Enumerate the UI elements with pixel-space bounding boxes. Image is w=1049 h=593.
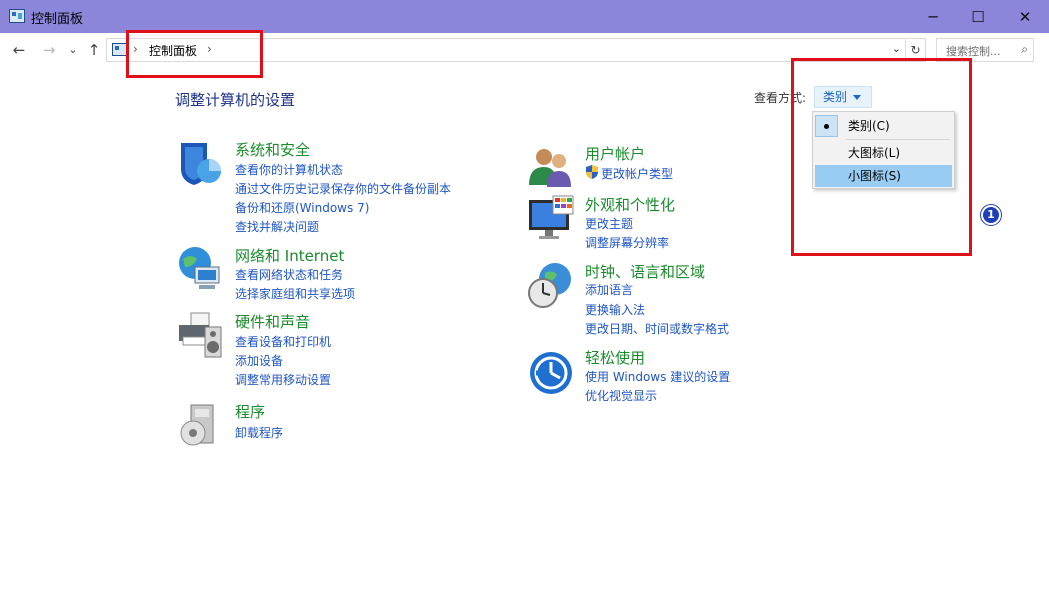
annotation-box-breadcrumb — [126, 30, 263, 78]
link-optimize-visual-display[interactable]: 优化视觉显示 — [585, 387, 657, 404]
category-heading[interactable]: 系统和安全 — [235, 139, 310, 160]
category-heading[interactable]: 硬件和声音 — [235, 311, 310, 332]
category-heading[interactable]: 网络和 Internet — [235, 245, 344, 266]
annotation-box-view-menu — [791, 58, 972, 256]
category-user-accounts: 用户帐户 更改帐户类型 — [527, 143, 787, 188]
link-date-time-format[interactable]: 更改日期、时间或数字格式 — [585, 320, 729, 337]
link-view-computer-status[interactable]: 查看你的计算机状态 — [235, 161, 343, 178]
category-ease-of-access: 轻松使用 使用 Windows 建议的设置 优化视觉显示 — [527, 347, 787, 407]
link-mobility-settings[interactable]: 调整常用移动设置 — [235, 371, 331, 388]
link-change-theme[interactable]: 更改主题 — [585, 215, 633, 232]
annotation-badge: 1 — [981, 205, 1001, 225]
category-heading[interactable]: 用户帐户 — [585, 143, 645, 164]
printer-speaker-icon — [177, 311, 225, 359]
users-icon — [527, 143, 575, 191]
programs-disc-icon — [177, 401, 225, 449]
search-icon[interactable]: ⌕ — [1021, 42, 1028, 57]
minimize-button[interactable]: ─ — [910, 0, 956, 33]
control-panel-icon — [9, 9, 25, 23]
close-button[interactable]: ✕ — [1002, 0, 1048, 33]
category-heading[interactable]: 时钟、语言和区域 — [585, 261, 705, 282]
link-add-language[interactable]: 添加语言 — [585, 281, 633, 298]
link-windows-recommended-settings[interactable]: 使用 Windows 建议的设置 — [585, 368, 730, 385]
search-input[interactable]: 搜索控制... — [946, 43, 1001, 59]
link-backup-restore[interactable]: 备份和还原(Windows 7) — [235, 199, 369, 216]
window-title: 控制面板 — [31, 12, 84, 27]
link-screen-resolution[interactable]: 调整屏幕分辨率 — [585, 234, 669, 251]
category-heading[interactable]: 外观和个性化 — [585, 194, 675, 215]
up-arrow-icon[interactable]: ↑ — [85, 40, 103, 60]
link-homegroup-sharing[interactable]: 选择家庭组和共享选项 — [235, 285, 355, 302]
shield-icon — [177, 139, 225, 187]
network-globe-icon — [177, 245, 225, 293]
recent-locations-icon[interactable]: ⌄ — [64, 40, 82, 60]
category-network-internet: 网络和 Internet 查看网络状态和任务 选择家庭组和共享选项 — [177, 245, 477, 305]
clock-globe-icon — [527, 261, 575, 309]
maximize-button[interactable]: ☐ — [955, 0, 1001, 33]
category-clock-language: 时钟、语言和区域 添加语言 更换输入法 更改日期、时间或数字格式 — [527, 261, 787, 341]
link-add-device[interactable]: 添加设备 — [235, 352, 283, 369]
link-uninstall-program[interactable]: 卸载程序 — [235, 424, 283, 441]
link-devices-printers[interactable]: 查看设备和打印机 — [235, 333, 331, 350]
link-change-input-method[interactable]: 更换输入法 — [585, 301, 645, 318]
control-panel-icon — [112, 43, 127, 56]
category-heading[interactable]: 轻松使用 — [585, 347, 645, 368]
uac-shield-icon — [585, 165, 599, 179]
link-change-account-type[interactable]: 更改帐户类型 — [601, 165, 673, 182]
category-programs: 程序 卸载程序 — [177, 401, 477, 451]
link-file-history-backup[interactable]: 通过文件历史记录保存你的文件备份副本 — [235, 180, 451, 197]
forward-arrow-icon[interactable]: → — [40, 40, 58, 60]
page-title: 调整计算机的设置 — [175, 91, 296, 109]
address-dropdown-icon[interactable]: ⌄ — [892, 42, 901, 55]
link-troubleshoot[interactable]: 查找并解决问题 — [235, 218, 319, 235]
title-bar: 控制面板 ─ ☐ ✕ — [0, 0, 1049, 33]
link-network-status[interactable]: 查看网络状态和任务 — [235, 266, 343, 283]
category-system-security: 系统和安全 查看你的计算机状态 通过文件历史记录保存你的文件备份副本 备份和还原… — [177, 139, 477, 239]
category-appearance: 外观和个性化 更改主题 调整屏幕分辨率 — [527, 194, 787, 254]
monitor-palette-icon — [527, 194, 575, 242]
back-arrow-icon[interactable]: ← — [10, 40, 28, 60]
category-hardware-sound: 硬件和声音 查看设备和打印机 添加设备 调整常用移动设置 — [177, 311, 477, 391]
category-heading[interactable]: 程序 — [235, 401, 265, 422]
ease-of-access-icon — [527, 347, 575, 395]
